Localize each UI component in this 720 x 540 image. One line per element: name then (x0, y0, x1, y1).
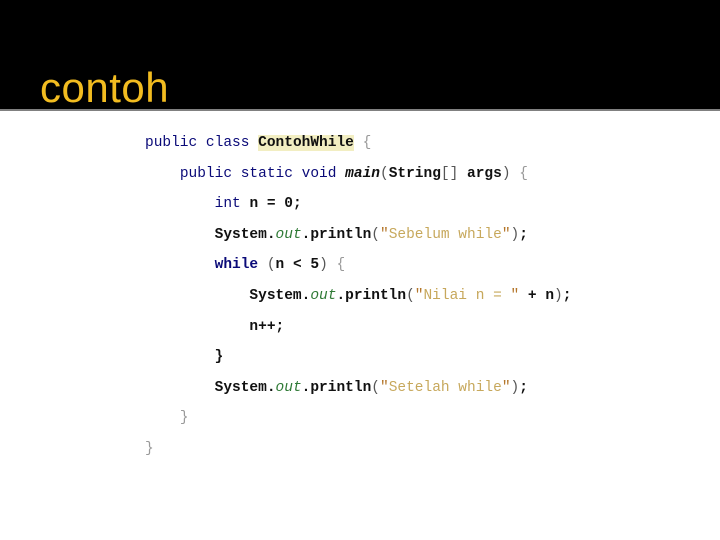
code-line: public static void main(String[] args) { (145, 159, 685, 190)
code-token-plain: . (266, 379, 276, 396)
code-token-strq: " (501, 226, 511, 243)
code-token-punc: ) (319, 257, 328, 274)
code-token-plain: n (275, 257, 285, 274)
code-line: } (145, 403, 685, 434)
code-token-brace-dim: } (145, 440, 154, 457)
code-token-kw-light: void (301, 165, 337, 182)
code-token-punc: [] (440, 165, 468, 182)
code-token-punc: ) (510, 226, 520, 243)
code-token-plain: println (345, 287, 407, 304)
code-line: } (145, 342, 685, 373)
code-token-plain: = (258, 196, 285, 213)
code-token-kw-light: public (145, 135, 198, 151)
code-token-plain: String (388, 165, 441, 182)
code-token-punc (293, 166, 302, 182)
code-token-punc: ( (371, 379, 380, 396)
code-token-kw-light: class (205, 135, 250, 151)
code-token-strq: " (379, 226, 389, 243)
page-title: contoh (40, 64, 170, 112)
code-token-plain: println (310, 379, 372, 396)
code-token-punc (258, 257, 267, 273)
code-token-plain: System (249, 287, 302, 304)
code-line: System.out.println("Sebelum while"); (145, 220, 685, 251)
code-token-strq: " (510, 287, 520, 304)
code-line: n++; (145, 312, 685, 343)
code-token-plain: } (214, 349, 224, 366)
code-token-punc (232, 166, 241, 182)
code-token-punc: ( (406, 287, 415, 304)
code-token-punc (354, 135, 363, 151)
code-token-kw-light: static (240, 165, 293, 182)
code-line: System.out.println("Setelah while"); (145, 373, 685, 404)
code-token-strq: " (501, 379, 511, 396)
code-token-plain: ; (292, 196, 302, 213)
code-line: int n = 0; (145, 189, 685, 220)
code-token-mth: main (345, 165, 380, 182)
code-token-str: Nilai n = (423, 287, 511, 304)
code-token-plain: n (249, 196, 259, 213)
code-line: while (n < 5) { (145, 250, 685, 281)
code-token-plain: ; (562, 287, 572, 304)
code-token-plain: . (266, 226, 276, 243)
code-line: } (145, 434, 685, 465)
code-token-punc: ) (554, 287, 563, 304)
code-token-plain: ; (519, 379, 528, 396)
code-token-plain: println (310, 226, 372, 243)
code-token-punc (511, 166, 520, 182)
code-token-plain: + (519, 287, 546, 304)
code-token-plain: n++ (249, 318, 276, 335)
code-token-plain: 0 (284, 196, 293, 213)
code-token-punc: ) (501, 165, 511, 182)
code-token-kw: while (214, 257, 259, 274)
code-token-strq: " (379, 379, 389, 396)
code-token-plain: . (336, 287, 346, 304)
code-token-plain: n (545, 287, 555, 304)
code-token-brace-dim: } (179, 410, 189, 427)
code-listing: public class ContohWhile { public static… (145, 128, 685, 465)
code-token-punc (197, 135, 206, 151)
code-line: System.out.println("Nilai n = " + n); (145, 281, 685, 312)
code-token-plain: 5 (310, 257, 320, 274)
slide-canvas: contoh public class ContohWhile { public… (0, 0, 720, 540)
code-token-plain: System (214, 379, 267, 396)
code-token-plain: ; (519, 226, 528, 243)
code-token-str: Sebelum while (388, 226, 502, 243)
code-token-brace-dim: { (519, 165, 528, 182)
code-token-plain: args (467, 165, 502, 182)
code-token-plain: System (214, 226, 267, 243)
code-token-fld: out (275, 226, 302, 243)
code-token-str: Setelah while (388, 379, 502, 396)
code-line: public class ContohWhile { (145, 128, 685, 159)
code-token-punc (249, 135, 258, 151)
code-token-plain: ; (275, 318, 285, 335)
code-token-punc: ) (510, 379, 520, 396)
code-token-type: int (214, 196, 241, 213)
code-token-punc: ( (371, 226, 380, 243)
code-token-plain: < (284, 257, 311, 274)
code-token-punc (336, 166, 345, 182)
code-token-fld: out (275, 379, 302, 396)
code-token-punc: ( (266, 257, 276, 274)
code-token-kw-light: public (179, 165, 233, 182)
code-token-cls: ContohWhile (258, 135, 354, 151)
code-token-brace-dim: { (362, 135, 372, 151)
code-token-brace-dim: { (336, 257, 346, 274)
code-token-fld: out (310, 287, 337, 304)
code-token-punc: ( (379, 165, 389, 182)
